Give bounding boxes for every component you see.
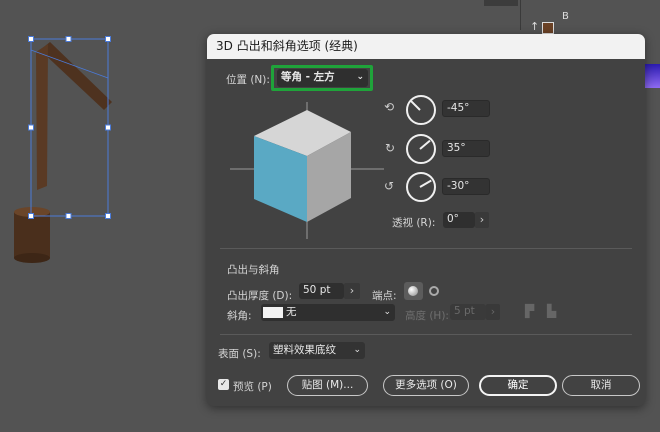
map-art-button[interactable]: 贴图 (M)... <box>287 375 368 396</box>
position-label: 位置 (N): <box>226 74 270 86</box>
arrow-up-icon[interactable]: ↑ <box>530 20 539 33</box>
bevel-dropdown[interactable]: 无 ⌄ <box>261 304 395 321</box>
rotate-x-icon: ⟲ <box>384 100 395 114</box>
panel-fragment-top <box>484 0 518 6</box>
rotate-y-dial[interactable] <box>406 134 436 164</box>
rotate-z-needle <box>419 179 432 188</box>
extrude-section-title: 凸出与斜角 <box>227 264 280 276</box>
panel-fragment-frame <box>520 0 660 30</box>
position-value: 等角 - 左方 <box>281 71 335 83</box>
rotate-y-needle <box>419 139 431 150</box>
rotate-z-icon: ↺ <box>384 179 395 193</box>
gradient-swatch <box>645 64 660 88</box>
bevel-out-icon[interactable]: ▛ <box>525 304 541 320</box>
bevel-height-field[interactable]: 5 pt <box>450 304 486 320</box>
rotate-x-needle <box>410 100 421 111</box>
cube-rotation-preview[interactable] <box>227 94 387 244</box>
rotate-y-icon: ↻ <box>385 141 396 155</box>
position-dropdown[interactable]: 等角 - 左方 ⌄ <box>277 69 368 87</box>
rotate-x-field[interactable]: -45° <box>442 100 490 117</box>
preview-checkbox[interactable]: ✓ <box>218 379 229 390</box>
rotate-z-dial[interactable] <box>406 172 436 202</box>
perspective-field[interactable]: 0° <box>443 212 475 228</box>
perspective-slider-button[interactable]: › <box>475 212 489 228</box>
dialog-titlebar[interactable]: 3D 凸出和斜角选项 (经典) <box>207 34 645 59</box>
canvas-artwork[interactable] <box>0 0 200 432</box>
wood-beam-diagonal <box>40 42 112 110</box>
wood-cylinder-bottom <box>14 253 50 263</box>
cap-on-button[interactable] <box>404 282 423 300</box>
chevron-down-icon: ⌄ <box>353 345 361 355</box>
perspective-label: 透视 (R): <box>392 217 436 229</box>
bevel-value: 无 <box>286 306 297 318</box>
dialog-title: 3D 凸出和斜角选项 (经典) <box>216 39 358 53</box>
3d-extrude-bevel-dialog: 3D 凸出和斜角选项 (经典) 位置 (N): 等角 - 左方 ⌄ ⟲ -45°… <box>207 34 645 406</box>
cap-on-icon <box>408 286 418 296</box>
bevel-preview-swatch <box>263 307 283 318</box>
chevron-down-icon: ⌄ <box>383 307 391 317</box>
rotate-x-dial[interactable] <box>406 95 436 125</box>
rotate-y-field[interactable]: 35° <box>442 140 490 157</box>
chevron-down-icon: ⌄ <box>356 72 364 82</box>
surface-label: 表面 (S): <box>218 348 261 360</box>
bevel-in-icon[interactable]: ▙ <box>547 304 563 320</box>
bevel-height-slider-button[interactable]: › <box>486 304 500 320</box>
extrude-depth-slider-button[interactable]: › <box>344 283 360 299</box>
cap-off-icon[interactable] <box>429 286 439 296</box>
more-options-button[interactable]: 更多选项 (O) <box>383 375 469 396</box>
panel-label-b: B <box>562 11 569 22</box>
extrude-depth-field[interactable]: 50 pt <box>299 283 344 299</box>
surface-dropdown[interactable]: 塑料效果底纹 ⌄ <box>269 342 365 359</box>
bevel-height-label: 高度 (H): <box>405 310 449 322</box>
cap-label: 端点: <box>372 290 397 302</box>
wood-post-vertical <box>36 44 48 190</box>
extrude-depth-label: 凸出厚度 (D): <box>227 290 293 302</box>
color-swatch[interactable] <box>542 22 554 34</box>
divider-top <box>220 248 632 249</box>
rotate-z-field[interactable]: -30° <box>442 178 490 195</box>
ok-button[interactable]: 确定 <box>479 375 557 396</box>
preview-label[interactable]: 预览 (P) <box>233 379 272 394</box>
divider-mid <box>220 334 632 335</box>
bevel-label: 斜角: <box>227 310 252 322</box>
surface-value: 塑料效果底纹 <box>273 344 336 356</box>
cancel-button[interactable]: 取消 <box>562 375 640 396</box>
